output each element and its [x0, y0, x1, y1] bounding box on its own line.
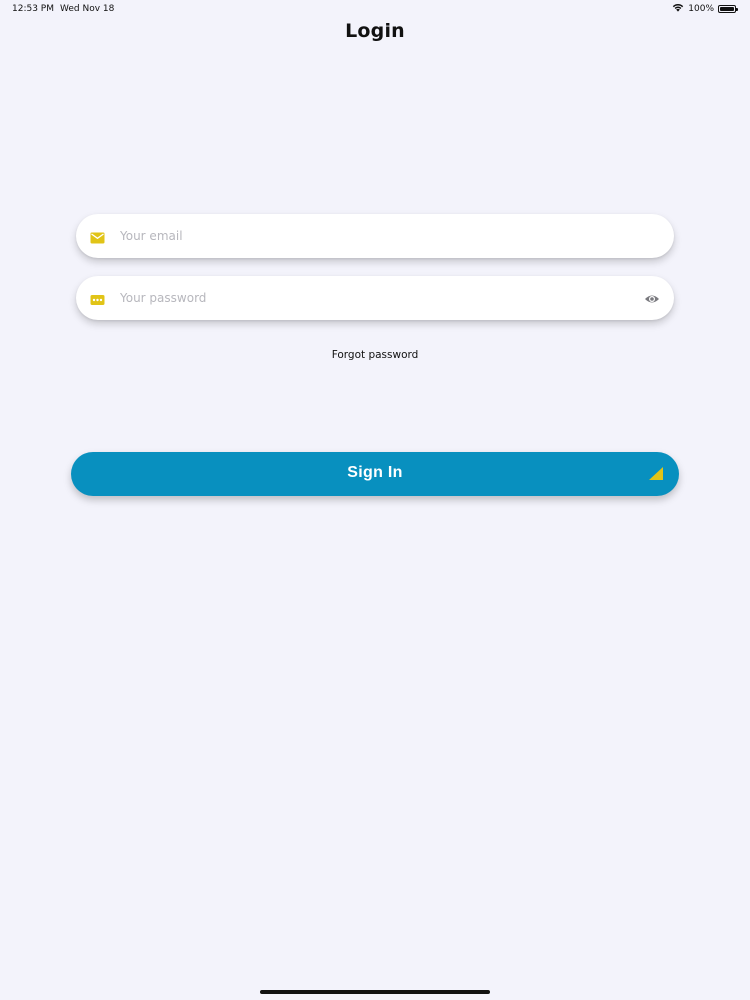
home-indicator: [260, 990, 490, 994]
password-input[interactable]: [120, 276, 624, 320]
sign-in-label: Sign In: [347, 464, 403, 481]
status-bar: 12:53 PM Wed Nov 18 100%: [0, 0, 750, 18]
email-input[interactable]: [120, 214, 624, 258]
password-dots-icon: [90, 291, 105, 305]
status-right: 100%: [672, 3, 738, 15]
eye-icon[interactable]: [644, 291, 660, 305]
battery-icon: [718, 5, 738, 13]
email-field[interactable]: [76, 214, 674, 258]
sign-in-button[interactable]: Sign In: [71, 452, 679, 496]
password-field[interactable]: [76, 276, 674, 320]
page-title: Login: [345, 20, 405, 42]
status-time: 12:53 PM: [12, 4, 54, 14]
wifi-icon: [672, 3, 684, 15]
corner-triangle-icon: [648, 466, 664, 481]
forgot-password-link[interactable]: Forgot password: [0, 349, 750, 361]
status-date: Wed Nov 18: [60, 4, 115, 14]
mail-icon: [90, 229, 105, 244]
battery-percent: 100%: [688, 4, 714, 14]
